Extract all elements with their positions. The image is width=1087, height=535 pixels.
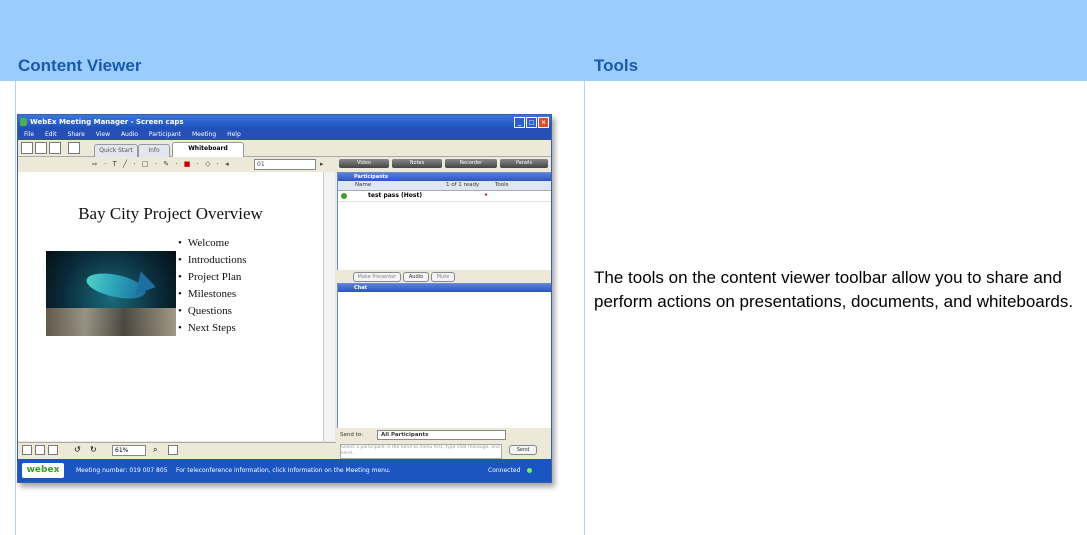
page-field[interactable]: 01: [254, 159, 316, 170]
menu-participant[interactable]: Participant: [149, 131, 181, 138]
content-viewer[interactable]: Bay City Project Overview Welcome Introd…: [18, 172, 324, 441]
minimize-icon[interactable]: _: [514, 117, 525, 128]
col-tools: Tools: [495, 182, 509, 188]
menu-meeting[interactable]: Meeting: [192, 131, 216, 138]
list-view-icon[interactable]: [35, 445, 45, 455]
host-marker-icon: •: [484, 192, 488, 199]
close-icon[interactable]: ×: [538, 117, 549, 128]
audio-button[interactable]: Audio: [403, 272, 429, 282]
menu-help[interactable]: Help: [227, 131, 241, 138]
menu-file[interactable]: File: [24, 131, 34, 138]
window-buttons: _ □ ×: [514, 117, 549, 128]
connection-status: Connected: [488, 467, 521, 474]
mute-button[interactable]: Mute: [431, 272, 455, 282]
app-logo-icon: [20, 118, 27, 126]
tab-whiteboard[interactable]: Whiteboard: [172, 142, 244, 158]
menu-audio[interactable]: Audio: [121, 131, 138, 138]
tab-info[interactable]: Info: [138, 144, 170, 157]
header-content-viewer: Content Viewer: [18, 56, 142, 75]
panel-buttons: Video Notes Recorder Panels: [337, 157, 551, 171]
share-desktop-icon[interactable]: [49, 142, 61, 154]
column-divider-left: [15, 81, 16, 535]
annotation-tools[interactable]: ⇨ · T ╱ · □ · ✎ · ■ · ◇ · ◂: [92, 157, 231, 171]
participants-header: Participants: [338, 173, 551, 181]
window-titlebar: WebEx Meeting Manager - Screen caps _ □ …: [18, 115, 551, 129]
share-app-icon[interactable]: [35, 142, 47, 154]
list-item: Introductions: [178, 252, 247, 269]
col-ready: 1 of 1 ready: [446, 182, 480, 188]
participant-actions: Make Presenter Audio Mute: [337, 270, 551, 283]
header-tools: Tools: [594, 56, 639, 75]
tools-description: The tools on the content viewer toolbar …: [594, 268, 1074, 311]
viewer-scrollbar[interactable]: [323, 172, 335, 441]
panels-button[interactable]: Panels: [500, 159, 548, 168]
participant-name: test pass (Host): [368, 192, 423, 199]
presenter-icon: [341, 193, 347, 199]
magnify-icon[interactable]: ⌕: [153, 443, 157, 457]
col-name[interactable]: Name: [355, 181, 371, 190]
new-doc-icon[interactable]: [21, 142, 33, 154]
list-item: Welcome: [178, 235, 247, 252]
chat-panel: Chat: [337, 283, 551, 429]
tabs-row: Quick Start Info Whiteboard: [18, 140, 551, 158]
table-header: Content Viewer Tools: [0, 0, 1087, 81]
video-button[interactable]: Video: [339, 159, 389, 168]
fullscreen-icon[interactable]: [48, 445, 58, 455]
rotate-left-icon[interactable]: ↺: [74, 443, 81, 457]
notes-button[interactable]: Notes: [392, 159, 442, 168]
list-item: Questions: [178, 303, 247, 320]
fish-image: [46, 251, 176, 336]
rotate-right-icon[interactable]: ↻: [90, 443, 97, 457]
menu-bar: File Edit Share View Audio Participant M…: [18, 129, 551, 140]
table-row[interactable]: test pass (Host) •: [338, 191, 551, 202]
viewer-bottom-toolbar: ↺ ↻ 61% ⌕: [18, 442, 336, 457]
menu-share[interactable]: Share: [68, 131, 85, 138]
chat-header: Chat: [338, 284, 551, 292]
window-title: WebEx Meeting Manager - Screen caps: [30, 118, 184, 126]
slide-bullets: Welcome Introductions Project Plan Miles…: [178, 235, 247, 337]
list-item: Milestones: [178, 286, 247, 303]
maximize-icon[interactable]: □: [526, 117, 537, 128]
sync-icon[interactable]: [168, 445, 178, 455]
next-page-icon[interactable]: ▸: [320, 157, 324, 171]
list-item: Project Plan: [178, 269, 247, 286]
send-to-label: Send to:: [340, 432, 363, 438]
whiteboard-icon[interactable]: [68, 142, 80, 154]
participants-panel: Participants Name 1 of 1 ready Tools tes…: [337, 172, 551, 272]
menu-edit[interactable]: Edit: [45, 131, 57, 138]
list-item: Next Steps: [178, 320, 247, 337]
chat-send-area: Send to: All Participants Select a parti…: [337, 428, 551, 459]
status-bar: webex Meeting number: 019 007 805 For te…: [18, 459, 551, 482]
content-viewer-toolbar: ⇨ · T ╱ · □ · ✎ · ■ · ◇ · ◂ 01 ▸: [18, 157, 336, 171]
send-to-select[interactable]: All Participants: [377, 430, 506, 440]
menu-view[interactable]: View: [96, 131, 110, 138]
chat-input[interactable]: Select a participant in the Send to menu…: [340, 444, 502, 459]
recorder-button[interactable]: Recorder: [445, 159, 497, 168]
connected-icon: [527, 468, 532, 473]
slide-title: Bay City Project Overview: [78, 204, 263, 223]
webex-logo: webex: [22, 463, 64, 478]
column-divider: [584, 81, 585, 535]
teleconference-info: For teleconference information, click In…: [176, 467, 391, 474]
participants-column-header: Name 1 of 1 ready Tools: [338, 181, 551, 191]
meeting-number: Meeting number: 019 007 805: [76, 467, 168, 474]
zoom-field[interactable]: 61%: [112, 445, 146, 456]
send-button[interactable]: Send: [509, 445, 537, 455]
make-presenter-button[interactable]: Make Presenter: [353, 272, 401, 282]
tab-quick-start[interactable]: Quick Start: [94, 144, 138, 157]
webex-screenshot: WebEx Meeting Manager - Screen caps _ □ …: [17, 114, 552, 483]
thumbnail-view-icon[interactable]: [22, 445, 32, 455]
